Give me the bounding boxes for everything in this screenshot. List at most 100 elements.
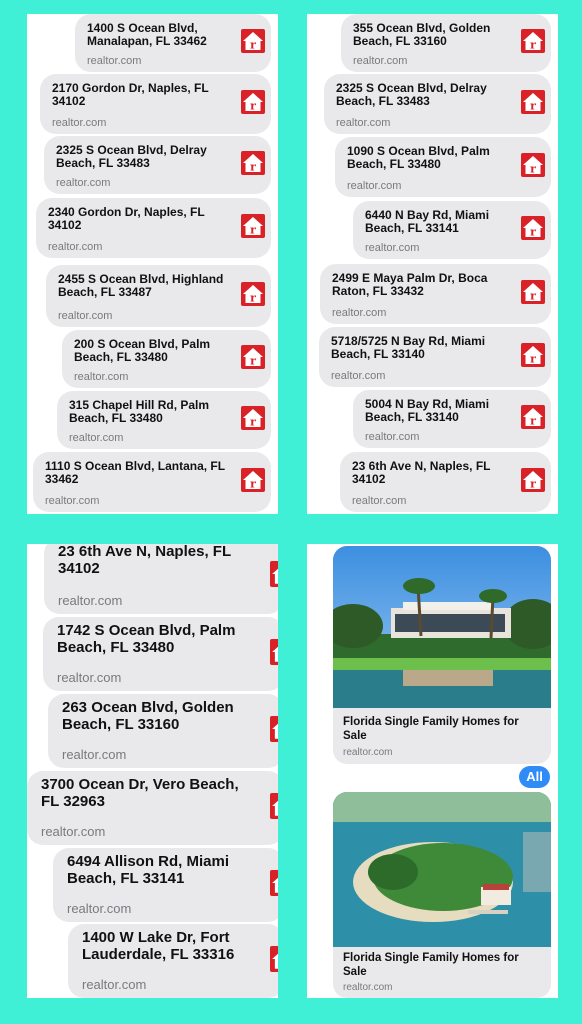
listing-source: realtor.com [353,55,408,67]
listing-address: 2455 S Ocean Blvd, Highland Beach, FL 33… [58,272,224,300]
realtor-logo-icon: r [241,345,265,369]
svg-text:r: r [530,39,536,52]
listing-card[interactable]: Florida Single Family Homes for Sale rea… [333,546,551,764]
listing-source: realtor.com [82,977,147,992]
listing-address: 1400 W Lake Dr, Fort Lauderdale, FL 3331… [82,929,235,963]
listing-address: 2170 Gordon Dr, Naples, FL 34102 [52,81,209,109]
listing-address: 1110 S Ocean Blvd, Lantana, FL 33462 [45,459,225,487]
listing-source: realtor.com [336,117,391,129]
realtor-logo-icon: r [270,946,278,972]
listing-source: realtor.com [41,824,106,839]
svg-text:r: r [530,163,536,176]
listing-bubble[interactable]: 2325 S Ocean Blvd, Delray Beach, FL 3348… [324,74,551,134]
listing-bubble[interactable]: 315 Chapel Hill Rd, Palm Beach, FL 33480… [57,391,271,449]
listing-address: 3700 Ocean Dr, Vero Beach, FL 32963 [41,776,239,810]
listing-address: 2325 S Ocean Blvd, Delray Beach, FL 3348… [336,81,487,109]
svg-text:r: r [250,355,256,368]
listing-address: 1400 S Ocean Blvd, Manalapan, FL 33462 [87,21,207,49]
panel-bottom-right: Florida Single Family Homes for Sale rea… [307,544,558,998]
svg-text:r: r [250,39,256,52]
card-title: Florida Single Family Homes for Sale [343,952,519,978]
realtor-logo-icon: r [241,214,265,238]
listing-bubble[interactable]: 3700 Ocean Dr, Vero Beach, FL 32963 realt… [27,771,278,845]
panel-top-left: 1400 S Ocean Blvd, Manalapan, FL 33462 re… [27,14,278,514]
listing-source: realtor.com [48,241,103,253]
realtor-logo-icon: r [270,793,278,819]
svg-text:r: r [250,292,256,305]
realtor-logo-icon: r [241,406,265,430]
listing-address: 23 6th Ave N, Naples, FL 34102 [352,459,491,487]
realtor-logo-icon: r [270,716,278,742]
listing-bubble[interactable]: 355 Ocean Blvd, Golden Beach, FL 33160 re… [341,14,551,72]
listing-source: realtor.com [347,180,402,192]
listing-source: realtor.com [62,747,127,762]
realtor-logo-icon: r [270,870,278,896]
listing-bubble[interactable]: 23 6th Ave N, Naples, FL 34102 realtor.co… [44,544,278,614]
listing-bubble[interactable]: 23 6th Ave N, Naples, FL 34102 realtor.co… [340,452,551,512]
listing-bubble[interactable]: 5718/5725 N Bay Rd, Miami Beach, FL 3314… [319,327,551,387]
listing-bubble[interactable]: 200 S Ocean Blvd, Palm Beach, FL 33480 re… [62,330,271,388]
realtor-logo-icon: r [241,468,265,492]
listing-address: 1742 S Ocean Blvd, Palm Beach, FL 33480 [57,622,236,656]
listing-address: 2340 Gordon Dr, Naples, FL 34102 [48,205,205,233]
listing-source: realtor.com [87,55,142,67]
listing-bubble[interactable]: 1400 W Lake Dr, Fort Lauderdale, FL 3331… [68,924,278,998]
listing-source: realtor.com [331,370,386,382]
listing-source: realtor.com [45,495,100,507]
listing-address: 315 Chapel Hill Rd, Palm Beach, FL 33480 [69,398,210,426]
svg-text:r: r [530,478,536,491]
svg-text:r: r [250,416,256,429]
listing-source: realtor.com [365,242,420,254]
aerial-island-estate-photo [333,792,551,947]
listing-address: 5004 N Bay Rd, Miami Beach, FL 33140 [365,397,490,425]
card-source: realtor.com [343,982,393,993]
realtor-logo-icon: r [521,343,545,367]
realtor-logo-icon: r [521,468,545,492]
listing-source: realtor.com [332,307,387,319]
panel-top-right: 355 Ocean Blvd, Golden Beach, FL 33160 re… [307,14,558,514]
listing-bubble[interactable]: 1742 S Ocean Blvd, Palm Beach, FL 33480 r… [43,617,278,691]
svg-text:r: r [530,226,536,239]
listing-address: 355 Ocean Blvd, Golden Beach, FL 33160 [353,21,491,49]
card-title: Florida Single Family Homes for Sale [343,716,519,742]
realtor-logo-icon: r [521,216,545,240]
listing-bubble[interactable]: 2455 S Ocean Blvd, Highland Beach, FL 33… [46,265,271,327]
listing-bubble[interactable]: 2499 E Maya Palm Dr, Boca Raton, FL 3343… [320,264,551,324]
realtor-logo-icon: r [521,153,545,177]
listing-bubble[interactable]: 6494 Allison Rd, Miami Beach, FL 33141 re… [53,848,278,922]
realtor-logo-icon: r [521,405,545,429]
listing-bubble[interactable]: 263 Ocean Blvd, Golden Beach, FL 33160 re… [48,694,278,768]
listing-card[interactable]: Florida Single Family Homes for Sale rea… [333,792,551,998]
svg-text:r: r [250,100,256,113]
listing-bubble[interactable]: 2170 Gordon Dr, Naples, FL 34102 realtor.… [40,74,271,134]
listing-source: realtor.com [52,117,107,129]
svg-text:r: r [530,290,536,303]
listing-bubble[interactable]: 1400 S Ocean Blvd, Manalapan, FL 33462 re… [75,14,271,72]
card-source: realtor.com [343,747,393,758]
realtor-logo-icon: r [241,151,265,175]
listing-bubble[interactable]: 5004 N Bay Rd, Miami Beach, FL 33140 real… [353,390,551,448]
listing-source: realtor.com [58,593,123,608]
svg-text:r: r [530,353,536,366]
listing-address: 1090 S Ocean Blvd, Palm Beach, FL 33480 [347,144,490,172]
listing-bubble[interactable]: 1110 S Ocean Blvd, Lantana, FL 33462 real… [33,452,271,512]
listing-source: realtor.com [352,495,407,507]
all-button[interactable]: All [519,766,550,788]
listing-bubble[interactable]: 2325 S Ocean Blvd, Delray Beach, FL 3348… [44,136,271,194]
listing-bubble[interactable]: 2340 Gordon Dr, Naples, FL 34102 realtor.… [36,198,271,258]
panel-bottom-left: 23 6th Ave N, Naples, FL 34102 realtor.co… [27,544,278,998]
listing-source: realtor.com [67,901,132,916]
listing-bubble[interactable]: 6440 N Bay Rd, Miami Beach, FL 33141 real… [353,201,551,259]
listing-source: realtor.com [58,310,113,322]
realtor-logo-icon: r [241,282,265,306]
realtor-logo-icon: r [521,29,545,53]
listing-address: 2499 E Maya Palm Dr, Boca Raton, FL 3343… [332,271,488,299]
listing-source: realtor.com [69,432,124,444]
listing-bubble[interactable]: 1090 S Ocean Blvd, Palm Beach, FL 33480 r… [335,137,551,197]
realtor-logo-icon: r [241,90,265,114]
realtor-logo-icon: r [241,29,265,53]
listing-address: 6440 N Bay Rd, Miami Beach, FL 33141 [365,208,490,236]
listing-address: 6494 Allison Rd, Miami Beach, FL 33141 [67,853,229,887]
listing-address: 2325 S Ocean Blvd, Delray Beach, FL 3348… [56,143,207,171]
listing-address: 263 Ocean Blvd, Golden Beach, FL 33160 [62,699,234,733]
